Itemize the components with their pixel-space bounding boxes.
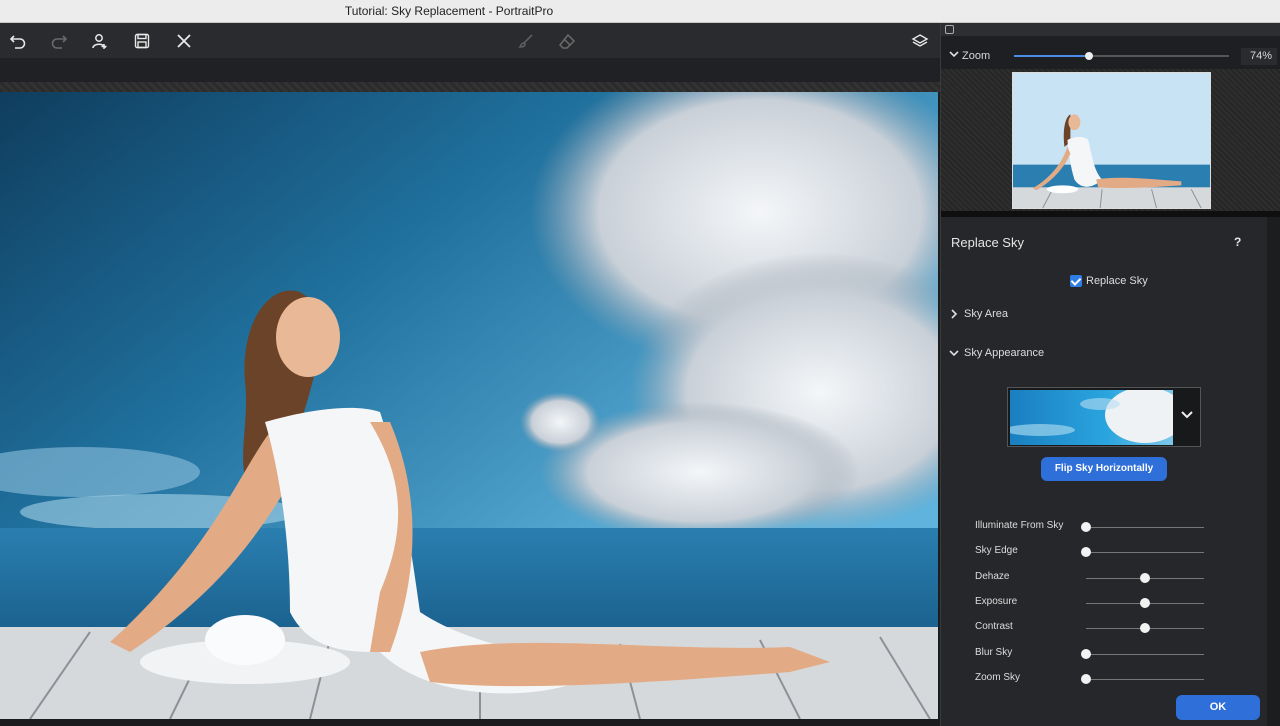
- slider-track[interactable]: [1081, 648, 1204, 659]
- photo-canvas[interactable]: [0, 92, 938, 719]
- slider-row: Exposure: [941, 595, 1267, 611]
- panel-scrollbar[interactable]: [1267, 217, 1280, 726]
- slider-handle[interactable]: [1140, 572, 1150, 583]
- window-title: Tutorial: Sky Replacement - PortraitPro: [344, 4, 554, 18]
- slider-row: Contrast: [941, 620, 1267, 636]
- slider-handle[interactable]: [1081, 522, 1091, 532]
- save-icon[interactable]: [132, 31, 152, 51]
- slider-handle[interactable]: [1081, 547, 1091, 558]
- canvas-background: [0, 82, 940, 92]
- help-button[interactable]: ?: [1234, 235, 1241, 249]
- chevron-down-icon: [949, 350, 959, 357]
- navigator-thumbnail[interactable]: [1012, 72, 1211, 209]
- navigator-detach-icon[interactable]: [945, 25, 954, 34]
- brush-icon[interactable]: [516, 31, 536, 51]
- ok-button[interactable]: OK: [1176, 695, 1260, 720]
- slider-handle[interactable]: [1140, 623, 1150, 634]
- zoom-percent[interactable]: 74%: [1241, 48, 1277, 65]
- slider-track[interactable]: [1081, 547, 1204, 558]
- slider-row: Illuminate From Sky: [941, 519, 1267, 535]
- slider-row: Dehaze: [941, 570, 1267, 586]
- slider-label: Blur Sky: [975, 646, 1013, 658]
- editor-area: [0, 23, 940, 726]
- slider-label: Exposure: [975, 595, 1018, 607]
- section-sky-area-label: Sky Area: [964, 308, 1009, 320]
- slider-label: Contrast: [975, 621, 1013, 633]
- replace-sky-panel: Replace Sky ? Replace Sky Sky Area Sky A…: [941, 217, 1267, 726]
- slider-track[interactable]: [1086, 597, 1204, 608]
- navigator-header: [941, 23, 1280, 36]
- replace-sky-checkbox-row[interactable]: Replace Sky: [1070, 275, 1148, 287]
- replace-sky-checkbox-label: Replace Sky: [1086, 275, 1148, 287]
- slider-row: Zoom Sky: [941, 671, 1267, 687]
- replace-sky-checkbox[interactable]: [1070, 275, 1082, 287]
- slider-handle[interactable]: [1081, 648, 1091, 659]
- section-sky-appearance-label: Sky Appearance: [964, 347, 1045, 359]
- right-sidebar: Zoom 74% Replace Sky ? Replace Sky Sky A…: [940, 23, 1280, 726]
- slider-track[interactable]: [1086, 623, 1204, 634]
- slider-label: Illuminate From Sky: [975, 520, 1064, 531]
- slider-row: Sky Edge: [941, 544, 1267, 560]
- section-sky-appearance[interactable]: Sky Appearance: [949, 347, 1044, 359]
- undo-icon[interactable]: [8, 31, 28, 51]
- portrait-photo: [0, 92, 938, 719]
- slider-track[interactable]: [1081, 673, 1204, 684]
- chevron-down-icon[interactable]: [949, 49, 959, 59]
- zoom-slider[interactable]: [1014, 52, 1229, 60]
- close-icon[interactable]: [174, 31, 194, 51]
- zoom-row: Zoom 74%: [941, 45, 1280, 67]
- slider-handle[interactable]: [1140, 597, 1150, 608]
- flip-sky-horizontally-button[interactable]: Flip Sky Horizontally: [1041, 457, 1167, 481]
- canvas-bottom-edge: [0, 719, 940, 726]
- zoom-label: Zoom: [962, 50, 991, 62]
- zoom-slider-fill: [1014, 55, 1090, 57]
- zoom-slider-handle[interactable]: [1085, 52, 1094, 60]
- chevron-down-icon[interactable]: [1180, 408, 1194, 422]
- section-sky-area[interactable]: Sky Area: [949, 308, 1008, 320]
- panel-title: Replace Sky: [951, 235, 1024, 250]
- slider-handle[interactable]: [1081, 673, 1091, 684]
- slider-label: Sky Edge: [975, 545, 1018, 557]
- slider-label: Zoom Sky: [975, 671, 1021, 683]
- navigator-preview-area: [941, 69, 1280, 211]
- slider-track[interactable]: [1086, 572, 1204, 583]
- slider-track[interactable]: [1081, 522, 1204, 532]
- eraser-icon[interactable]: [557, 31, 577, 51]
- slider-row: Blur Sky: [941, 646, 1267, 662]
- sky-preset-thumbnail: [1010, 390, 1173, 445]
- slider-label: Dehaze: [975, 570, 1010, 582]
- chevron-right-icon: [951, 309, 958, 319]
- layers-icon[interactable]: [910, 31, 930, 51]
- main-toolbar: [0, 23, 940, 58]
- window-titlebar: Tutorial: Sky Replacement - PortraitPro: [0, 0, 1280, 23]
- add-person-icon[interactable]: [90, 31, 110, 51]
- sky-preset-picker[interactable]: [1007, 387, 1201, 447]
- redo-icon[interactable]: [49, 31, 69, 51]
- tool-options-bar: [0, 58, 940, 82]
